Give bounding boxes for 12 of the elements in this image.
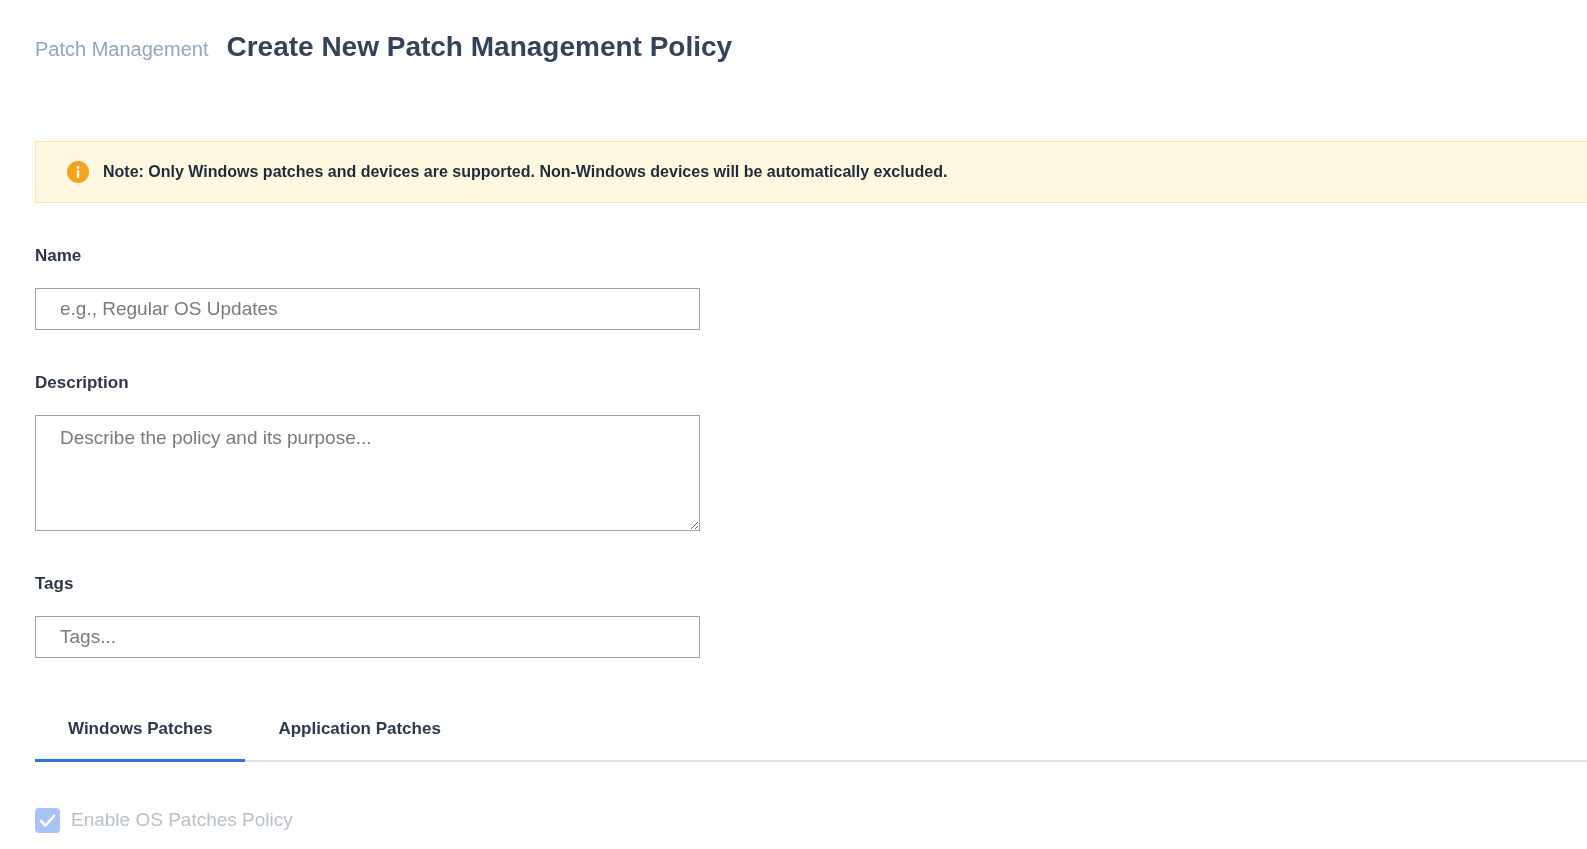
text-input[interactable]: e.g., Regular OS Updates bbox=[35, 288, 700, 330]
field-label: Tags bbox=[35, 574, 74, 594]
alert-text: Note: Only Windows patches and devices are supported. Non-Windows devices will be automatically excluded. bbox=[103, 162, 948, 182]
field-label: Name bbox=[35, 246, 82, 266]
page-title: Create New Patch Management Policy bbox=[226, 30, 733, 64]
info-icon bbox=[67, 161, 89, 183]
field-label: Description bbox=[35, 373, 129, 393]
description-textarea[interactable]: Describe the policy and its purpose... bbox=[35, 415, 700, 531]
tab[interactable]: Windows Patches bbox=[35, 698, 246, 762]
text-input[interactable]: Tags... bbox=[35, 616, 700, 658]
tab[interactable]: Application Patches bbox=[245, 698, 474, 762]
checkbox-label: Enable OS Patches Policy bbox=[71, 808, 293, 832]
